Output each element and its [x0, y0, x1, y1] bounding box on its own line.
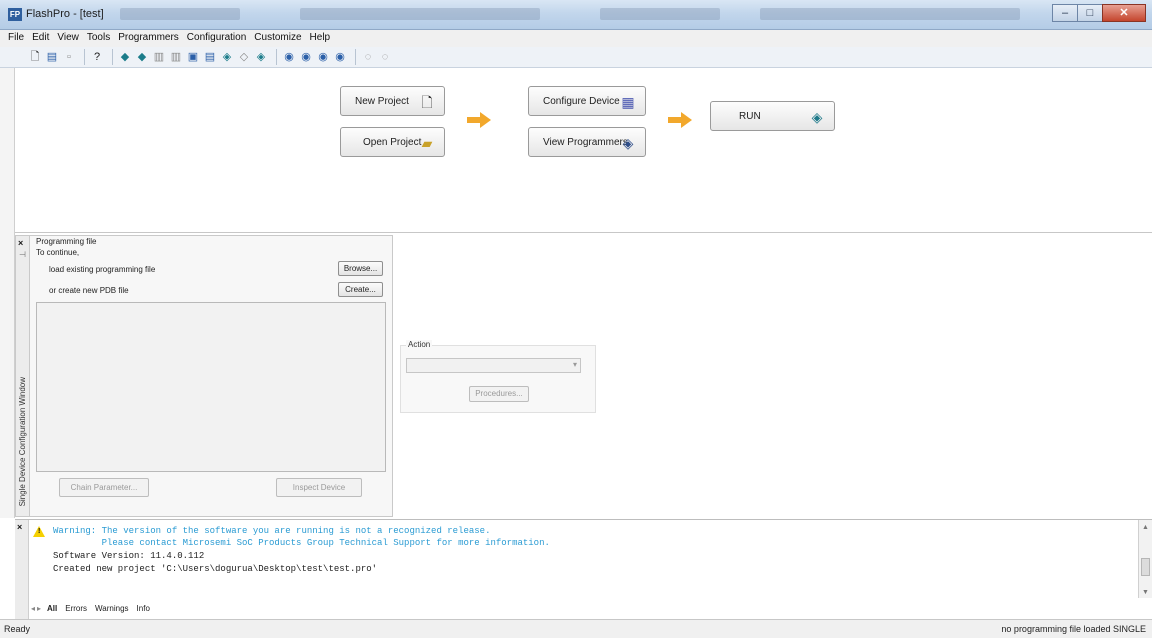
new-icon[interactable]: 🗋	[28, 50, 42, 64]
run-label: RUN	[739, 110, 761, 122]
log-line: Created new project 'C:\Users\dogurua\De…	[53, 564, 378, 574]
title-bar: FP FlashPro - [test] – □ ✕	[0, 0, 1152, 30]
run-button[interactable]: RUN ◈	[710, 101, 835, 131]
blurred-title-region	[300, 8, 540, 20]
open-project-button[interactable]: Open Project ▰	[340, 127, 445, 157]
workflow-arrow-2	[668, 112, 692, 128]
browse-button[interactable]: Browse...	[338, 261, 383, 276]
procedures-button[interactable]: Procedures...	[469, 386, 529, 402]
close-pane-icon[interactable]: ×	[18, 238, 23, 248]
log-line: Warning: The version of the software you…	[53, 526, 491, 536]
log-tabs: ◂ ▸ All Errors Warnings Info	[31, 600, 154, 616]
chain-parameter-button[interactable]: Chain Parameter...	[59, 478, 149, 497]
blurred-title-region	[120, 8, 240, 20]
device2-icon[interactable]: ▥	[169, 50, 183, 64]
open-icon[interactable]: ▤	[45, 50, 59, 64]
tab-errors[interactable]: Errors	[61, 604, 91, 613]
load-label: load existing programming file	[49, 265, 156, 274]
scroll-thumb[interactable]	[1141, 558, 1150, 576]
chevron-down-icon: ▾	[572, 360, 577, 369]
scan-icon[interactable]: ◈	[254, 50, 268, 64]
blurred-title-region	[600, 8, 720, 20]
chain-icon[interactable]: ◇	[237, 50, 251, 64]
action-label: Action	[406, 340, 433, 349]
stop-icon[interactable]: ◌	[361, 50, 375, 64]
run-programmer-icon: ◈	[811, 109, 823, 125]
run-icon[interactable]: ◈	[220, 50, 234, 64]
configure-device-button[interactable]: Configure Device ▦	[528, 86, 646, 116]
help-icon[interactable]: ?	[90, 50, 104, 64]
tab-all[interactable]: All	[43, 604, 61, 613]
programmers-icon: ◈	[622, 135, 634, 151]
close-button[interactable]: ✕	[1102, 4, 1146, 22]
minimize-button[interactable]: –	[1052, 4, 1078, 22]
device-icon[interactable]: ▥	[152, 50, 166, 64]
close-log-icon[interactable]: ×	[17, 522, 22, 532]
new-project-button[interactable]: New Project 🗋	[340, 86, 445, 116]
view-icon[interactable]: ▣	[186, 50, 200, 64]
section-title: Programming file	[36, 237, 97, 246]
menu-help[interactable]: Help	[306, 30, 335, 47]
new-project-label: New Project	[355, 95, 409, 107]
programmer2-icon[interactable]: ◆	[135, 50, 149, 64]
menu-tools[interactable]: Tools	[83, 30, 114, 47]
create-button[interactable]: Create...	[338, 282, 383, 297]
log-line: Software Version: 11.4.0.112	[53, 551, 205, 561]
open-project-label: Open Project	[363, 136, 422, 148]
device-list[interactable]	[36, 302, 386, 472]
menu-file[interactable]: File	[4, 30, 28, 47]
window-title: FlashPro - [test]	[26, 8, 104, 20]
single-device-configuration-window: × ⊣ Single Device Configuration Window P…	[15, 235, 393, 517]
menu-customize[interactable]: Customize	[250, 30, 305, 47]
prog-c-icon[interactable]: ◉	[316, 50, 330, 64]
maximize-button[interactable]: □	[1077, 4, 1103, 22]
prog-a-icon[interactable]: ◉	[282, 50, 296, 64]
view-programmers-label: View Programmers	[543, 136, 628, 148]
status-left: Ready	[4, 624, 31, 634]
menu-view[interactable]: View	[53, 30, 83, 47]
inspect-device-button[interactable]: Inspect Device	[276, 478, 362, 497]
log-window: × ! Warning: The version of the software…	[15, 519, 1152, 619]
tab-info[interactable]: Info	[133, 604, 154, 613]
workflow-arrow-1	[467, 112, 491, 128]
log-scrollbar[interactable]: ▲ ▼	[1138, 520, 1152, 598]
to-continue-label: To continue,	[36, 248, 80, 257]
save-icon[interactable]: ▫	[62, 50, 76, 64]
toolbar: 🗋 ▤ ▫ ? ◆ ◆ ▥ ▥ ▣ ▤ ◈ ◇ ◈ ◉ ◉ ◉ ◉ ◌ ◌	[0, 47, 1152, 68]
blurred-title-region	[760, 8, 1020, 20]
tab-warnings[interactable]: Warnings	[91, 604, 133, 613]
action-select[interactable]: ▾	[406, 358, 581, 373]
menu-bar: File Edit View Tools Programmers Configu…	[0, 30, 1152, 47]
log-side-bar: ×	[15, 520, 29, 619]
action-panel: Action ▾ Procedures...	[400, 340, 596, 413]
view2-icon[interactable]: ▤	[203, 50, 217, 64]
scroll-up-icon[interactable]: ▲	[1142, 524, 1149, 531]
scroll-down-icon[interactable]: ▼	[1142, 589, 1149, 596]
view-programmers-button[interactable]: View Programmers ◈	[528, 127, 646, 157]
create-label: or create new PDB file	[49, 286, 129, 295]
left-dock-strip	[0, 68, 15, 518]
side-window-title: Single Device Configuration Window	[18, 376, 27, 506]
gray-icon[interactable]: ◌	[378, 50, 392, 64]
tab-prev-icon[interactable]: ◂	[31, 604, 35, 613]
prog-d-icon[interactable]: ◉	[333, 50, 347, 64]
log-line: Please contact Microsemi SoC Products Gr…	[53, 538, 550, 548]
programmer-icon[interactable]: ◆	[118, 50, 132, 64]
status-right: no programming file loaded SINGLE	[1001, 624, 1146, 634]
tab-next-icon[interactable]: ▸	[37, 604, 41, 613]
new-file-icon: 🗋	[421, 94, 433, 110]
menu-edit[interactable]: Edit	[28, 30, 53, 47]
workflow-panel: New Project 🗋 Open Project ▰ Configure D…	[15, 68, 1152, 233]
prog-b-icon[interactable]: ◉	[299, 50, 313, 64]
configure-device-icon: ▦	[621, 94, 635, 110]
window-side-bar: × ⊣ Single Device Configuration Window	[16, 236, 30, 516]
app-icon: FP	[8, 8, 22, 21]
pin-icon[interactable]: ⊣	[19, 250, 26, 259]
warning-icon: !	[33, 526, 46, 538]
menu-configuration[interactable]: Configuration	[183, 30, 250, 47]
open-folder-icon: ▰	[421, 135, 433, 151]
status-bar: Ready no programming file loaded SINGLE	[0, 619, 1152, 638]
menu-programmers[interactable]: Programmers	[114, 30, 183, 47]
configure-device-label: Configure Device	[543, 95, 620, 107]
